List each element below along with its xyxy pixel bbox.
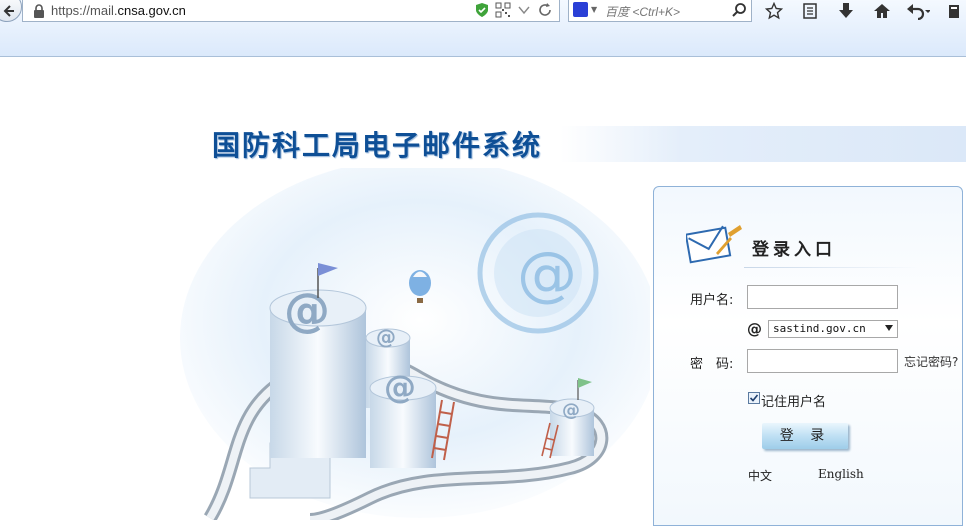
svg-text:@: @ [384,368,416,406]
envelope-icon [686,225,742,264]
magnifier-icon[interactable] [731,2,747,18]
chevron-down-icon [885,325,893,331]
search-placeholder: 百度 <Ctrl+K> [605,5,681,19]
remember-checkbox[interactable] [748,392,760,404]
svg-text:@: @ [562,400,580,421]
lock-icon [34,4,44,18]
at-icon: @ [747,320,762,338]
baidu-icon[interactable] [573,2,588,17]
forgot-password-link[interactable]: 忘记密码? [904,353,958,370]
star-icon[interactable] [760,0,788,22]
home-icon[interactable] [868,0,896,22]
lang-english-link[interactable]: English [818,467,864,481]
svg-text:@: @ [284,283,330,337]
domain-select[interactable]: sastind.gov.cn [768,320,898,338]
username-label: 用户名: [690,293,734,308]
password-label: 密 码: [690,357,734,372]
engine-dropdown-icon[interactable]: ▼ [591,5,597,14]
browser-toolbar: https://mail.cnsa.gov.cn ▼ 百度 <Ctrl+K> [0,0,966,57]
dropdown-icon[interactable] [516,2,532,18]
login-panel: 登录入口 用户名: @ sastind.gov.cn 密 码: 忘记密码? 记住… [653,186,963,526]
undo-icon[interactable] [904,0,932,22]
back-button[interactable] [0,0,22,22]
mail-castle-illustration: @ @ @ @ @ [180,168,650,520]
password-input[interactable] [747,349,898,373]
shield-icon[interactable] [474,2,490,18]
clock-icon: @ [477,212,599,334]
reload-icon[interactable] [537,2,553,18]
domain-value: sastind.gov.cn [773,322,866,335]
download-icon[interactable] [832,0,860,22]
login-button[interactable]: 登 录 [762,423,848,449]
qr-icon[interactable] [495,2,511,18]
address-bar[interactable]: https://mail.cnsa.gov.cn [22,0,560,22]
search-bar[interactable]: ▼ 百度 <Ctrl+K> [568,0,752,22]
url-text: https://mail.cnsa.gov.cn [51,3,186,18]
login-heading: 登录入口 [752,240,836,260]
title-banner-strip [560,126,966,162]
back-arrow-icon [3,5,14,17]
svg-text:@: @ [517,239,577,309]
reading-list-icon[interactable] [796,0,824,22]
heading-divider [744,267,919,268]
lang-chinese-link[interactable]: 中文 [748,467,772,484]
username-input[interactable] [747,285,898,309]
page-title: 国防科工局电子邮件系统 [212,129,543,162]
remember-label[interactable]: 记住用户名 [761,391,826,410]
svg-text:@: @ [376,325,396,349]
menu-icon[interactable] [940,0,966,22]
checkmark-icon [749,394,759,402]
